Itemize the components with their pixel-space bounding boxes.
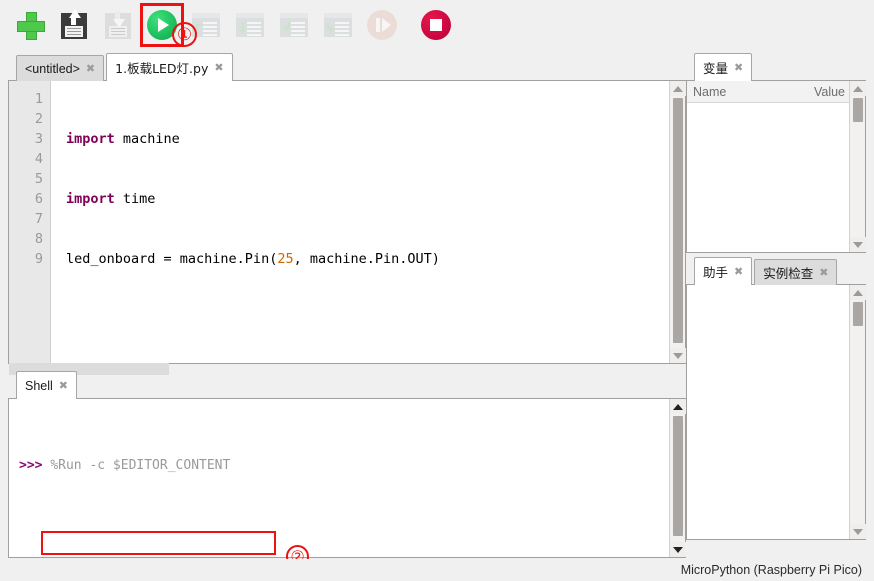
object-inspector-tab-label: 实例检查 [763,263,813,282]
keyword-import: import [66,131,115,147]
scroll-up-icon[interactable] [670,399,686,414]
code-line: import machine [66,129,668,149]
assistant-tab-label: 助手 [703,262,728,281]
tab-assistant[interactable]: 助手 ✖ [694,257,752,285]
shell-notebook: Shell ✖ >>> %Run -c $EDITOR_CONTENT Micr… [8,370,686,558]
shell-first-command: %Run -c $EDITOR_CONTENT [50,458,230,473]
variables-vertical-scrollbar[interactable] [849,81,865,252]
code-line: import time [66,189,668,209]
close-icon[interactable]: ✖ [734,61,743,74]
shell-line: >>> %Run -c $EDITOR_CONTENT [19,455,668,476]
editor-tabstrip: <untitled> ✖ 1.板载LED灯.py ✖ [8,52,686,81]
scrollbar-thumb[interactable] [673,98,683,343]
column-header-name[interactable]: Name [693,85,726,99]
step-into-icon [280,13,308,37]
floppy-disk-icon [61,11,87,39]
resume-button[interactable] [362,5,402,45]
scroll-up-icon[interactable] [850,285,866,300]
scrollbar-thumb[interactable] [853,98,863,122]
annotation-marker-1: ① [172,22,197,47]
scroll-up-icon[interactable] [850,81,866,96]
line-number: 9 [9,249,43,269]
shell-prompt: >>> [19,458,42,473]
step-out-icon [324,13,352,37]
line-number: 2 [9,109,43,129]
editor-notebook: <untitled> ✖ 1.板载LED灯.py ✖ 1 2 3 4 5 6 7… [8,52,686,364]
interpreter-status-label[interactable]: MicroPython (Raspberry Pi Pico) [681,563,862,577]
scroll-down-icon[interactable] [670,348,686,363]
resume-icon [367,10,397,40]
statusbar: MicroPython (Raspberry Pi Pico) [0,559,874,581]
editor-tab-label: 1.板载LED灯.py [115,58,208,77]
step-into-button[interactable] [274,5,314,45]
shell-command-highlight-box [41,531,276,555]
code-text-area[interactable]: import machine import time led_onboard =… [52,81,668,363]
stop-button[interactable] [416,5,456,45]
close-icon[interactable]: ✖ [214,61,223,74]
shell-tab[interactable]: Shell ✖ [16,371,77,399]
toolbar [0,0,874,50]
code-line: led_onboard = machine.Pin(25, machine.Pi… [66,249,668,269]
close-icon[interactable]: ✖ [819,266,828,279]
close-icon[interactable]: ✖ [734,265,743,278]
editor-body: 1 2 3 4 5 6 7 8 9 import machine import … [8,81,686,364]
scroll-up-icon[interactable] [670,81,686,96]
line-number: 4 [9,149,43,169]
assistant-vertical-scrollbar[interactable] [849,285,865,539]
line-number-gutter: 1 2 3 4 5 6 7 8 9 [9,81,51,363]
scroll-down-icon[interactable] [850,237,866,252]
step-over-icon [236,13,264,37]
variables-notebook: 变量 ✖ Name Value [686,52,866,253]
assistant-notebook: 助手 ✖ 实例检查 ✖ [686,256,866,540]
code-line [66,309,668,329]
stop-icon [421,10,451,40]
editor-tab-label: <untitled> [25,62,80,76]
close-icon[interactable]: ✖ [86,62,95,75]
scroll-down-icon[interactable] [850,524,866,539]
plus-icon [17,12,43,38]
keyword-import: import [66,191,115,207]
step-out-button[interactable] [318,5,358,45]
download-icon [105,11,131,39]
tab-variables[interactable]: 变量 ✖ [694,53,752,81]
variables-body: Name Value [686,81,866,253]
line-number: 5 [9,169,43,189]
scrollbar-thumb[interactable] [853,302,863,326]
tab-object-inspector[interactable]: 实例检查 ✖ [754,259,837,285]
save-button[interactable] [54,5,94,45]
shell-tabstrip: Shell ✖ [8,370,686,399]
assistant-body [686,285,866,540]
new-file-button[interactable] [10,5,50,45]
variables-tabstrip: 变量 ✖ [686,52,866,81]
thonny-ide-window: ① <untitled> ✖ 1.板载LED灯.py ✖ 1 2 3 4 5 6… [0,0,874,581]
line-number: 1 [9,89,43,109]
assistant-tabstrip: 助手 ✖ 实例检查 ✖ [686,256,866,285]
scrollbar-thumb[interactable] [673,416,683,536]
line-number: 3 [9,129,43,149]
shell-vertical-scrollbar[interactable] [669,399,685,557]
editor-vertical-scrollbar[interactable] [669,81,685,363]
line-number: 8 [9,229,43,249]
variables-tab-label: 变量 [703,58,728,77]
column-header-value[interactable]: Value [814,85,845,99]
editor-tab-untitled[interactable]: <untitled> ✖ [16,55,104,81]
close-icon[interactable]: ✖ [59,379,68,392]
line-number: 6 [9,189,43,209]
line-number: 7 [9,209,43,229]
shell-tab-label: Shell [25,379,53,393]
scroll-down-icon[interactable] [670,542,686,557]
variables-table-header: Name Value [687,81,865,103]
editor-tab-led-py[interactable]: 1.板载LED灯.py ✖ [106,53,232,81]
step-over-button[interactable] [230,5,270,45]
load-button[interactable] [98,5,138,45]
